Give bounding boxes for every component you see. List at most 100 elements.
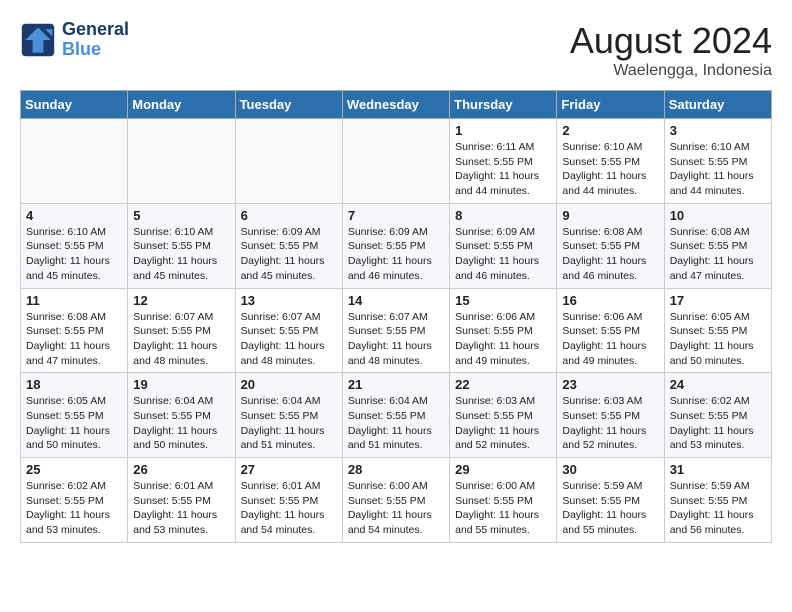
calendar-table: SundayMondayTuesdayWednesdayThursdayFrid… [20, 90, 772, 543]
day-info: Sunrise: 6:08 AM Sunset: 5:55 PM Dayligh… [26, 310, 122, 369]
day-number: 3 [670, 123, 766, 138]
day-info: Sunrise: 6:10 AM Sunset: 5:55 PM Dayligh… [562, 140, 658, 199]
day-info: Sunrise: 6:10 AM Sunset: 5:55 PM Dayligh… [26, 225, 122, 284]
calendar-cell: 30 Sunrise: 5:59 AM Sunset: 5:55 PM Dayli… [557, 458, 664, 543]
calendar-cell: 20 Sunrise: 6:04 AM Sunset: 5:55 PM Dayli… [235, 373, 342, 458]
calendar-cell: 25 Sunrise: 6:02 AM Sunset: 5:55 PM Dayli… [21, 458, 128, 543]
calendar-cell: 5 Sunrise: 6:10 AM Sunset: 5:55 PM Daylig… [128, 203, 235, 288]
day-info: Sunrise: 6:02 AM Sunset: 5:55 PM Dayligh… [670, 394, 766, 453]
day-info: Sunrise: 6:07 AM Sunset: 5:55 PM Dayligh… [133, 310, 229, 369]
calendar-week-5: 25 Sunrise: 6:02 AM Sunset: 5:55 PM Dayli… [21, 458, 772, 543]
calendar-cell: 15 Sunrise: 6:06 AM Sunset: 5:55 PM Dayli… [450, 288, 557, 373]
day-info: Sunrise: 5:59 AM Sunset: 5:55 PM Dayligh… [562, 479, 658, 538]
day-number: 8 [455, 208, 551, 223]
calendar-cell: 16 Sunrise: 6:06 AM Sunset: 5:55 PM Dayli… [557, 288, 664, 373]
calendar-week-4: 18Sunrise: 6:05 AM Sunset: 5:55 PM Dayli… [21, 373, 772, 458]
day-info: Sunrise: 6:04 AM Sunset: 5:55 PM Dayligh… [348, 394, 444, 453]
day-number: 26 [133, 462, 229, 477]
day-number: 16 [562, 293, 658, 308]
calendar-week-1: 1 Sunrise: 6:11 AM Sunset: 5:55 PM Daylig… [21, 119, 772, 204]
weekday-sunday: Sunday [21, 91, 128, 119]
day-number: 1 [455, 123, 551, 138]
calendar-cell [21, 119, 128, 204]
day-number: 12 [133, 293, 229, 308]
day-number: 15 [455, 293, 551, 308]
day-info: Sunrise: 6:04 AM Sunset: 5:55 PM Dayligh… [241, 394, 337, 453]
day-number: 21 [348, 377, 444, 392]
day-info: Sunrise: 6:05 AM Sunset: 5:55 PM Dayligh… [670, 310, 766, 369]
day-number: 19 [133, 377, 229, 392]
day-info: Sunrise: 6:10 AM Sunset: 5:55 PM Dayligh… [133, 225, 229, 284]
day-number: 2 [562, 123, 658, 138]
logo-text: General Blue [62, 20, 129, 60]
calendar-cell: 28Sunrise: 6:00 AM Sunset: 5:55 PM Dayli… [342, 458, 449, 543]
day-info: Sunrise: 6:06 AM Sunset: 5:55 PM Dayligh… [562, 310, 658, 369]
calendar-cell: 9Sunrise: 6:08 AM Sunset: 5:55 PM Daylig… [557, 203, 664, 288]
calendar-cell: 17 Sunrise: 6:05 AM Sunset: 5:55 PM Dayli… [664, 288, 771, 373]
day-info: Sunrise: 6:07 AM Sunset: 5:55 PM Dayligh… [348, 310, 444, 369]
day-info: Sunrise: 6:07 AM Sunset: 5:55 PM Dayligh… [241, 310, 337, 369]
title-block: August 2024 Waelengga, Indonesia [570, 20, 772, 80]
day-number: 17 [670, 293, 766, 308]
calendar-cell: 11 Sunrise: 6:08 AM Sunset: 5:55 PM Dayli… [21, 288, 128, 373]
day-info: Sunrise: 6:02 AM Sunset: 5:55 PM Dayligh… [26, 479, 122, 538]
day-number: 6 [241, 208, 337, 223]
calendar-cell: 19 Sunrise: 6:04 AM Sunset: 5:55 PM Dayli… [128, 373, 235, 458]
day-number: 5 [133, 208, 229, 223]
weekday-thursday: Thursday [450, 91, 557, 119]
day-number: 11 [26, 293, 122, 308]
weekday-wednesday: Wednesday [342, 91, 449, 119]
logo: General Blue [20, 20, 129, 60]
calendar-cell: 12 Sunrise: 6:07 AM Sunset: 5:55 PM Dayli… [128, 288, 235, 373]
calendar-cell [128, 119, 235, 204]
weekday-tuesday: Tuesday [235, 91, 342, 119]
day-info: Sunrise: 6:06 AM Sunset: 5:55 PM Dayligh… [455, 310, 551, 369]
day-info: Sunrise: 6:05 AM Sunset: 5:55 PM Dayligh… [26, 394, 122, 453]
day-number: 9 [562, 208, 658, 223]
day-info: Sunrise: 5:59 AM Sunset: 5:55 PM Dayligh… [670, 479, 766, 538]
day-info: Sunrise: 6:03 AM Sunset: 5:55 PM Dayligh… [455, 394, 551, 453]
calendar-cell: 13 Sunrise: 6:07 AM Sunset: 5:55 PM Dayli… [235, 288, 342, 373]
month-title: August 2024 [570, 20, 772, 62]
calendar-cell: 31Sunrise: 5:59 AM Sunset: 5:55 PM Dayli… [664, 458, 771, 543]
weekday-friday: Friday [557, 91, 664, 119]
calendar-cell: 21 Sunrise: 6:04 AM Sunset: 5:55 PM Dayli… [342, 373, 449, 458]
day-number: 29 [455, 462, 551, 477]
calendar-cell: 27 Sunrise: 6:01 AM Sunset: 5:55 PM Dayli… [235, 458, 342, 543]
calendar-cell: 4 Sunrise: 6:10 AM Sunset: 5:55 PM Daylig… [21, 203, 128, 288]
day-number: 28 [348, 462, 444, 477]
calendar-cell: 8 Sunrise: 6:09 AM Sunset: 5:55 PM Daylig… [450, 203, 557, 288]
calendar-cell: 10Sunrise: 6:08 AM Sunset: 5:55 PM Dayli… [664, 203, 771, 288]
day-info: Sunrise: 6:09 AM Sunset: 5:55 PM Dayligh… [241, 225, 337, 284]
day-info: Sunrise: 6:01 AM Sunset: 5:55 PM Dayligh… [133, 479, 229, 538]
calendar-cell: 7Sunrise: 6:09 AM Sunset: 5:55 PM Daylig… [342, 203, 449, 288]
day-number: 30 [562, 462, 658, 477]
day-number: 10 [670, 208, 766, 223]
day-info: Sunrise: 6:11 AM Sunset: 5:55 PM Dayligh… [455, 140, 551, 199]
day-number: 13 [241, 293, 337, 308]
day-info: Sunrise: 6:09 AM Sunset: 5:55 PM Dayligh… [455, 225, 551, 284]
page-header: General Blue August 2024 Waelengga, Indo… [20, 20, 772, 80]
calendar-cell: 14Sunrise: 6:07 AM Sunset: 5:55 PM Dayli… [342, 288, 449, 373]
logo-icon [20, 22, 56, 58]
weekday-header-row: SundayMondayTuesdayWednesdayThursdayFrid… [21, 91, 772, 119]
calendar-cell [342, 119, 449, 204]
day-number: 4 [26, 208, 122, 223]
calendar-cell: 22Sunrise: 6:03 AM Sunset: 5:55 PM Dayli… [450, 373, 557, 458]
day-info: Sunrise: 6:01 AM Sunset: 5:55 PM Dayligh… [241, 479, 337, 538]
day-number: 7 [348, 208, 444, 223]
calendar-cell: 2 Sunrise: 6:10 AM Sunset: 5:55 PM Daylig… [557, 119, 664, 204]
calendar-cell [235, 119, 342, 204]
calendar-cell: 6 Sunrise: 6:09 AM Sunset: 5:55 PM Daylig… [235, 203, 342, 288]
calendar-cell: 23Sunrise: 6:03 AM Sunset: 5:55 PM Dayli… [557, 373, 664, 458]
day-number: 25 [26, 462, 122, 477]
calendar-cell: 1 Sunrise: 6:11 AM Sunset: 5:55 PM Daylig… [450, 119, 557, 204]
day-number: 27 [241, 462, 337, 477]
calendar-cell: 26 Sunrise: 6:01 AM Sunset: 5:55 PM Dayli… [128, 458, 235, 543]
day-number: 24 [670, 377, 766, 392]
calendar-cell: 18Sunrise: 6:05 AM Sunset: 5:55 PM Dayli… [21, 373, 128, 458]
calendar-cell: 3Sunrise: 6:10 AM Sunset: 5:55 PM Daylig… [664, 119, 771, 204]
day-number: 20 [241, 377, 337, 392]
day-info: Sunrise: 6:04 AM Sunset: 5:55 PM Dayligh… [133, 394, 229, 453]
day-info: Sunrise: 6:00 AM Sunset: 5:55 PM Dayligh… [455, 479, 551, 538]
